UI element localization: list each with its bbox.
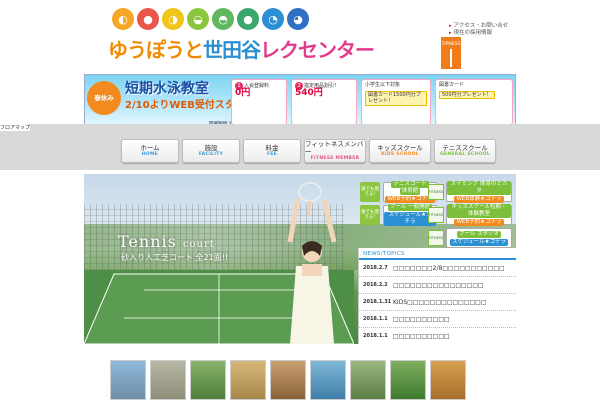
- swimming-icon: ◐: [112, 8, 134, 30]
- nav-item-label: ホーム: [140, 144, 160, 152]
- thumb-path[interactable]: [350, 360, 386, 400]
- nav-item-sublabel: FITNESS MEMBER: [310, 156, 360, 161]
- news-title: KIDS□□□□□□□□□□□□□□: [393, 298, 487, 306]
- hero-banner: Tennis court 砂入り人工芝コート 全21面!! 誰でも使える! テニ…: [84, 174, 516, 344]
- nav-item-fitness-member[interactable]: フィットネスメンバー FITNESS MEMBER: [304, 139, 366, 163]
- news-date: 2018.1.1: [363, 316, 388, 322]
- nav-item-home[interactable]: ホーム HOME: [121, 139, 179, 163]
- news-title: □□□□□□□2/8□□□□□□□□□□□: [393, 264, 505, 272]
- news-item[interactable]: 2018.2.7 □□□□□□□2/8□□□□□□□□□□□: [359, 260, 516, 277]
- quick-right-row: FITNESS プール スタジオ スケジュール★コチラ: [428, 228, 512, 248]
- bullet-icon: ▸: [449, 23, 452, 29]
- news-item[interactable]: 2018.1.31 KIDS□□□□□□□□□□□□□□: [359, 294, 516, 311]
- quick-right-row: FITNESS スイミング 体育のミカタ WEB体験★コチラ: [428, 181, 512, 203]
- tennis-icon: ◑: [162, 8, 184, 30]
- news-list: 2018.2.7 □□□□□□□2/8□□□□□□□□□□□ 2018.2.2 □□□…: [359, 260, 516, 344]
- hero-title: Tennis court: [118, 232, 215, 251]
- nav-item-facility[interactable]: 施設 FACILITY: [182, 139, 240, 163]
- nav-item-label: フィットネスメンバー: [305, 140, 364, 156]
- news-item[interactable]: 2018.1.1 □□□□□□□□□□: [359, 311, 516, 328]
- quick-right-button[interactable]: キッズスクール短期・体験教室 WEB予約★コチラ: [446, 204, 512, 226]
- thumb-trees[interactable]: [190, 360, 226, 400]
- tennis-player-photo: [287, 182, 337, 344]
- nav-item-label: 施設: [204, 144, 218, 152]
- running-icon: ◔: [262, 8, 284, 30]
- site-header: ◐ ● ◑ ◒ ◓ ● ◔ ◕ ゆうぽうと世田谷レクセンター ▸ アクセス・お問い合せ ▸ 現在の…: [0, 0, 600, 72]
- volleyball-icon: ◓: [212, 8, 234, 30]
- news-item[interactable]: 2018.1.1 □□□□□□□□□□: [359, 328, 516, 344]
- logo-part-2: 世田谷: [203, 38, 261, 62]
- quick-right-button[interactable]: プール スタジオ スケジュール★コチラ: [446, 228, 512, 248]
- thumb-gym[interactable]: [430, 360, 466, 400]
- thumb-pool[interactable]: [310, 360, 346, 400]
- news-date: 2018.1.31: [363, 299, 392, 305]
- news-heading: NEWS/TOPICS: [359, 248, 516, 260]
- fitness-logo-icon: FITNESS: [428, 184, 444, 200]
- promo-card-1: 1 入会登録料 0円: [231, 79, 287, 125]
- logo-part-1: ゆうぽうと: [108, 38, 204, 62]
- soccer-icon: ●: [137, 8, 159, 30]
- nav-item-sublabel: KIDS SCHOOL: [381, 152, 419, 157]
- main-nav: ホーム HOME 施設 FACILITY 料金 FEE フィットネスメンバー FITNESS …: [121, 139, 496, 163]
- thumb-room[interactable]: [270, 360, 306, 400]
- baseball-icon: ◒: [187, 8, 209, 30]
- recruit-link[interactable]: ▸ 現在の採用情報: [449, 30, 508, 37]
- quick-links-right: FITNESS スイミング 体育のミカタ WEB体験★コチラ FITNESS キッズスク…: [428, 181, 512, 251]
- news-title: □□□□□□□□□□: [393, 315, 450, 323]
- quick-label: 誰でも使える!: [360, 182, 380, 202]
- site-logo[interactable]: ゆうぽうと世田谷レクセンター: [108, 34, 375, 63]
- news-date: 2018.1.1: [363, 333, 388, 339]
- fitness-logo-icon: FITNESS: [428, 207, 444, 223]
- nav-item-label: テニススクール: [442, 144, 488, 152]
- news-title: □□□□□□□□□□□□□□□□: [393, 281, 484, 289]
- news-panel: NEWS/TOPICS 2018.2.7 □□□□□□□2/8□□□□□□□□□□…: [358, 248, 516, 344]
- thumb-lobby[interactable]: [230, 360, 266, 400]
- thumb-court[interactable]: [390, 360, 426, 400]
- quick-links-left: 誰でも使える! テニスコート 体育館 WEB予約★コチラ 誰でも使える! プール…: [360, 181, 437, 228]
- nav-item-general-school[interactable]: テニススクール GENERAL SCHOOL: [434, 139, 496, 163]
- page: ◐ ● ◑ ◒ ◓ ● ◔ ◕ ゆうぽうと世田谷レクセンター ▸ アクセス・お問い合せ ▸ 現在の…: [0, 0, 600, 400]
- news-item[interactable]: 2018.2.2 □□□□□□□□□□□□□□□□: [359, 277, 516, 294]
- promo-headline: 短期水泳教室: [125, 81, 209, 97]
- bullet-icon: ▸: [449, 30, 452, 36]
- nav-item-label: キッズスクール: [377, 144, 423, 152]
- nav-item-sublabel: FACILITY: [198, 152, 224, 157]
- hero-subtitle: 砂入り人工芝コート 全21面!!: [121, 253, 229, 262]
- quick-right-button[interactable]: スイミング 体育のミカタ WEB体験★コチラ: [446, 181, 512, 203]
- basketball-icon: ●: [237, 8, 259, 30]
- promo-badge: 春休み: [87, 81, 121, 115]
- promo-card-2: 2 指定用品割引！ 540円: [291, 79, 357, 125]
- tipness-bar-icon: [450, 49, 452, 67]
- nav-item-sublabel: HOME: [141, 152, 159, 157]
- quick-row-pool: 誰でも使える! プール 一般開放 スケジュール★コチラ: [360, 204, 437, 226]
- news-date: 2018.2.7: [363, 265, 388, 271]
- quick-right-row: FITNESS キッズスクール短期・体験教室 WEB予約★コチラ: [428, 204, 512, 226]
- nav-item-sublabel: GENERAL SCHOOL: [439, 152, 491, 157]
- nav-item-label: 料金: [265, 144, 279, 152]
- fitness-logo-icon: FITNESS: [428, 230, 444, 246]
- news-title: □□□□□□□□□□: [393, 332, 450, 340]
- promo-card-4: 図書カード 500円分プレゼント！: [435, 79, 513, 125]
- quick-label: 誰でも使える!: [360, 205, 380, 225]
- facility-thumbnails: [110, 360, 466, 400]
- tipness-logo[interactable]: TIPNESS: [441, 37, 461, 69]
- promo-card-3: 小学生以下対象 図書カード1500円分プレゼント！: [361, 79, 431, 125]
- thumb-building[interactable]: [110, 360, 146, 400]
- band-label: フロアマップ: [0, 124, 31, 131]
- quick-row-tennis: 誰でも使える! テニスコート 体育館 WEB予約★コチラ: [360, 181, 437, 203]
- nav-item-kids-school[interactable]: キッズスクール KIDS SCHOOL: [369, 139, 431, 163]
- nav-item-sublabel: FEE: [266, 152, 278, 157]
- access-link[interactable]: ▸ アクセス・お問い合せ: [449, 23, 508, 30]
- promo-banner[interactable]: 春休み 短期水泳教室 2/10よりWEB受付スタート！ 開催期間:3/11～3/…: [84, 74, 516, 128]
- header-links: ▸ アクセス・お問い合せ ▸ 現在の採用情報: [449, 23, 508, 37]
- news-date: 2018.2.2: [363, 282, 388, 288]
- sports-icon-row: ◐ ● ◑ ◒ ◓ ● ◔ ◕: [112, 8, 309, 30]
- logo-part-3: レクセンター: [260, 38, 375, 62]
- thumb-parking[interactable]: [150, 360, 186, 400]
- nav-item-fee[interactable]: 料金 FEE: [243, 139, 301, 163]
- golf-icon: ◕: [287, 8, 309, 30]
